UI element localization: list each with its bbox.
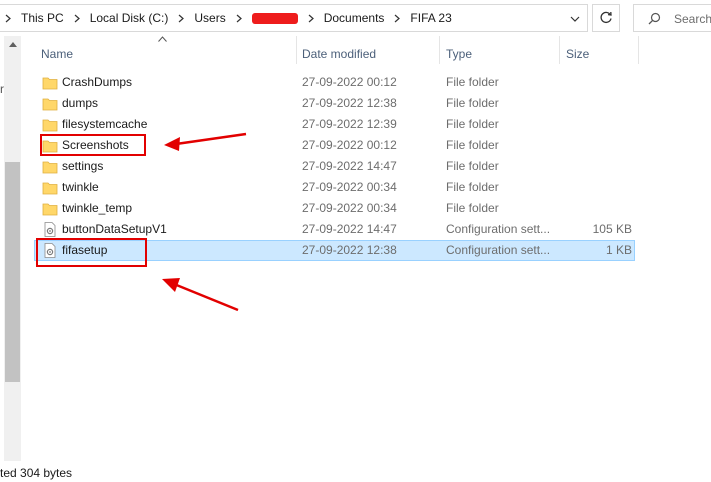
- file-size: 1 KB: [605, 243, 632, 257]
- annotation-highlight-screenshots: [40, 134, 146, 156]
- file-date: 27-09-2022 00:12: [302, 138, 397, 152]
- chevron-right-icon[interactable]: [0, 5, 17, 31]
- chevron-right-icon[interactable]: [230, 5, 248, 31]
- status-text: ted 304 bytes: [0, 466, 73, 480]
- search-placeholder: Search: [674, 12, 711, 26]
- folder-icon: [42, 201, 58, 216]
- address-toolbar: This PC Local Disk (C:) Users Documents …: [0, 0, 711, 36]
- file-size: [566, 198, 632, 219]
- column-divider[interactable]: [296, 36, 297, 64]
- scroll-up-icon[interactable]: [4, 42, 21, 52]
- folder-icon: [42, 159, 58, 174]
- file-date: 27-09-2022 12:38: [302, 96, 397, 110]
- file-size: [566, 114, 632, 135]
- chevron-right-icon[interactable]: [302, 5, 320, 31]
- address-bar[interactable]: This PC Local Disk (C:) Users Documents …: [0, 4, 588, 32]
- file-name: dumps: [62, 96, 99, 110]
- file-type: File folder: [446, 138, 499, 152]
- column-header-row: Name Date modified Type Size: [34, 36, 711, 64]
- column-header-size[interactable]: Size: [566, 44, 589, 64]
- file-row-filesystemcache[interactable]: filesystemcache 27-09-2022 12:39 File fo…: [34, 114, 635, 135]
- column-header-name[interactable]: Name: [41, 44, 73, 64]
- chevron-right-icon[interactable]: [388, 5, 406, 31]
- annotation-highlight-fifasetup: [36, 238, 147, 267]
- column-divider[interactable]: [638, 36, 639, 64]
- file-size: [566, 156, 632, 177]
- file-type: File folder: [446, 117, 499, 131]
- file-row-dumps[interactable]: dumps 27-09-2022 12:38 File folder: [34, 93, 635, 114]
- file-date: 27-09-2022 00:34: [302, 201, 397, 215]
- file-type: Configuration sett...: [446, 222, 551, 236]
- column-header-type[interactable]: Type: [446, 44, 472, 64]
- file-type: File folder: [446, 180, 499, 194]
- file-date: 27-09-2022 00:34: [302, 180, 397, 194]
- column-divider[interactable]: [439, 36, 440, 64]
- file-date: 27-09-2022 14:47: [302, 222, 397, 236]
- file-name: filesystemcache: [62, 117, 148, 131]
- breadcrumb-users[interactable]: Users: [190, 11, 229, 25]
- file-date: 27-09-2022 12:38: [302, 243, 397, 257]
- file-date: 27-09-2022 12:39: [302, 117, 397, 131]
- chevron-right-icon[interactable]: [68, 5, 86, 31]
- refresh-button[interactable]: [592, 4, 620, 32]
- file-name: settings: [62, 159, 104, 173]
- status-bar: ted 304 bytes: [0, 461, 711, 482]
- chevron-down-icon[interactable]: [565, 9, 585, 29]
- file-name: twinkle_temp: [62, 201, 133, 215]
- file-type: File folder: [446, 201, 499, 215]
- file-name: twinkle: [62, 180, 99, 194]
- file-type: File folder: [446, 75, 499, 89]
- folder-icon: [42, 117, 58, 132]
- breadcrumb-fifa-23[interactable]: FIFA 23: [406, 11, 455, 25]
- file-type: File folder: [446, 159, 499, 173]
- search-input[interactable]: Search: [633, 4, 711, 32]
- column-header-date[interactable]: Date modified: [302, 44, 376, 64]
- file-type: Configuration sett...: [446, 243, 551, 257]
- breadcrumb-this-pc[interactable]: This PC: [17, 11, 68, 25]
- breadcrumb-documents[interactable]: Documents: [320, 11, 389, 25]
- file-type: File folder: [446, 96, 499, 110]
- file-size: [566, 72, 632, 93]
- file-size: [566, 93, 632, 114]
- file-row-crashdumps[interactable]: CrashDumps 27-09-2022 00:12 File folder: [34, 72, 635, 93]
- file-name: buttonDataSetupV1: [62, 222, 167, 236]
- folder-icon: [42, 96, 58, 111]
- refresh-icon: [600, 11, 612, 24]
- file-date: 27-09-2022 14:47: [302, 159, 397, 173]
- folder-icon: [42, 75, 58, 90]
- file-size: [566, 135, 632, 156]
- nav-scrollbar[interactable]: [4, 36, 21, 461]
- file-size: 105 KB: [592, 222, 632, 236]
- search-icon: [648, 12, 661, 25]
- file-row-settings[interactable]: settings 27-09-2022 14:47 File folder: [34, 156, 635, 177]
- file-name: CrashDumps: [62, 75, 133, 89]
- file-row-twinkle[interactable]: twinkle 27-09-2022 00:34 File folder: [34, 177, 635, 198]
- config-file-icon: [42, 222, 58, 237]
- file-row-twinkle-temp[interactable]: twinkle_temp 27-09-2022 00:34 File folde…: [34, 198, 635, 219]
- sort-ascending-icon: [158, 36, 167, 42]
- file-size: [566, 177, 632, 198]
- file-row-buttondatasetupv1[interactable]: buttonDataSetupV1 27-09-2022 14:47 Confi…: [34, 219, 635, 240]
- redacted-username: [251, 12, 298, 24]
- file-date: 27-09-2022 00:12: [302, 75, 397, 89]
- chevron-right-icon[interactable]: [172, 5, 190, 31]
- breadcrumb-local-disk[interactable]: Local Disk (C:): [86, 11, 173, 25]
- column-divider[interactable]: [559, 36, 560, 64]
- scrollbar-thumb[interactable]: [5, 162, 20, 382]
- breadcrumb: This PC Local Disk (C:) Users Documents …: [0, 5, 456, 31]
- folder-icon: [42, 180, 58, 195]
